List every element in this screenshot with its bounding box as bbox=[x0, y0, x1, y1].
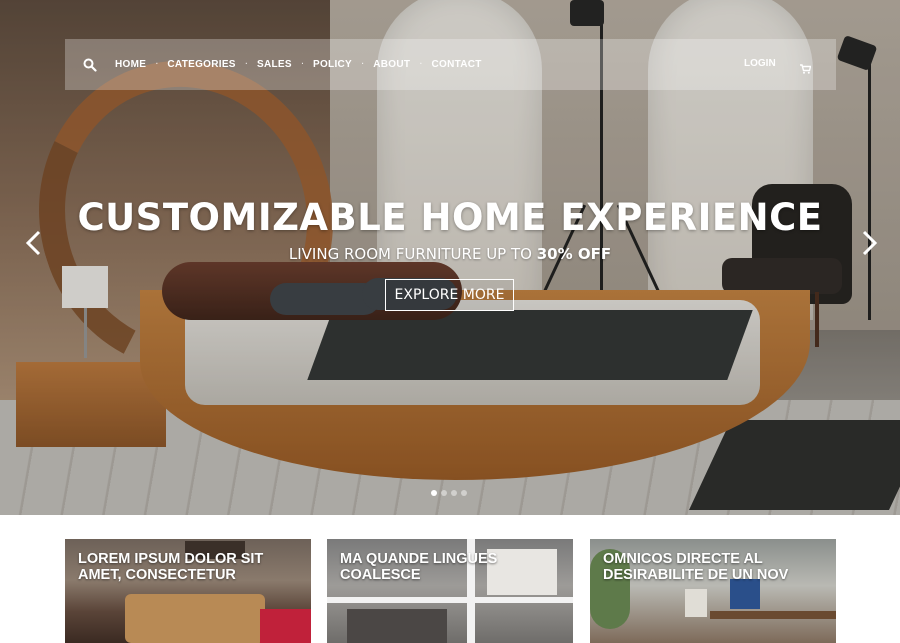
feature-card[interactable]: OMNICOS DIRECTE AL DESIRABILITE DE UN NO… bbox=[590, 539, 836, 643]
slider-pagination bbox=[431, 490, 467, 496]
nav-separator: · bbox=[300, 59, 304, 70]
cart-icon[interactable] bbox=[800, 59, 812, 74]
hero-title: CUSTOMIZABLE HOME EXPERIENCE bbox=[77, 196, 823, 239]
chevron-right-icon[interactable] bbox=[859, 230, 879, 256]
top-navbar: HOME · CATEGORIES · SALES · POLICY · ABO… bbox=[65, 39, 836, 90]
card-title: MA QUANDE LINGUES COALESCE bbox=[340, 551, 498, 583]
card-title: LOREM IPSUM DOLOR SIT AMET, CONSECTETUR bbox=[78, 551, 264, 583]
slider-dot-1[interactable] bbox=[431, 490, 437, 496]
main-menu: HOME · CATEGORIES · SALES · POLICY · ABO… bbox=[115, 39, 482, 90]
nav-separator: · bbox=[244, 59, 248, 70]
nav-separator: · bbox=[419, 59, 423, 70]
nav-separator: · bbox=[361, 59, 365, 70]
nav-item-contact[interactable]: CONTACT bbox=[431, 59, 481, 70]
search-icon[interactable] bbox=[83, 57, 97, 72]
explore-more-button[interactable]: EXPLORE MORE bbox=[385, 279, 514, 311]
hero-discount-highlight: 30% OFF bbox=[536, 245, 612, 263]
hero-subtitle-text: LIVING ROOM FURNITURE UP TO bbox=[288, 245, 537, 263]
nav-separator: · bbox=[155, 59, 159, 70]
slider-dot-2[interactable] bbox=[441, 490, 447, 496]
slider-dot-3[interactable] bbox=[451, 490, 457, 496]
feature-card[interactable]: MA QUANDE LINGUES COALESCE bbox=[327, 539, 573, 643]
card-title: OMNICOS DIRECTE AL DESIRABILITE DE UN NO… bbox=[603, 551, 789, 583]
nav-item-home[interactable]: HOME bbox=[115, 59, 146, 70]
hero-subtitle: LIVING ROOM FURNITURE UP TO 30% OFF bbox=[0, 245, 900, 263]
slider-dot-4[interactable] bbox=[461, 490, 467, 496]
feature-card[interactable]: LOREM IPSUM DOLOR SIT AMET, CONSECTETUR bbox=[65, 539, 311, 643]
chevron-left-icon[interactable] bbox=[24, 230, 44, 256]
hero-slider: HOME · CATEGORIES · SALES · POLICY · ABO… bbox=[0, 0, 900, 515]
nav-item-sales[interactable]: SALES bbox=[257, 59, 292, 70]
login-link[interactable]: LOGIN bbox=[744, 58, 776, 69]
nav-item-categories[interactable]: CATEGORIES bbox=[167, 59, 235, 70]
nav-item-policy[interactable]: POLICY bbox=[313, 59, 352, 70]
feature-cards: LOREM IPSUM DOLOR SIT AMET, CONSECTETUR … bbox=[65, 539, 836, 643]
nav-item-about[interactable]: ABOUT bbox=[373, 59, 410, 70]
